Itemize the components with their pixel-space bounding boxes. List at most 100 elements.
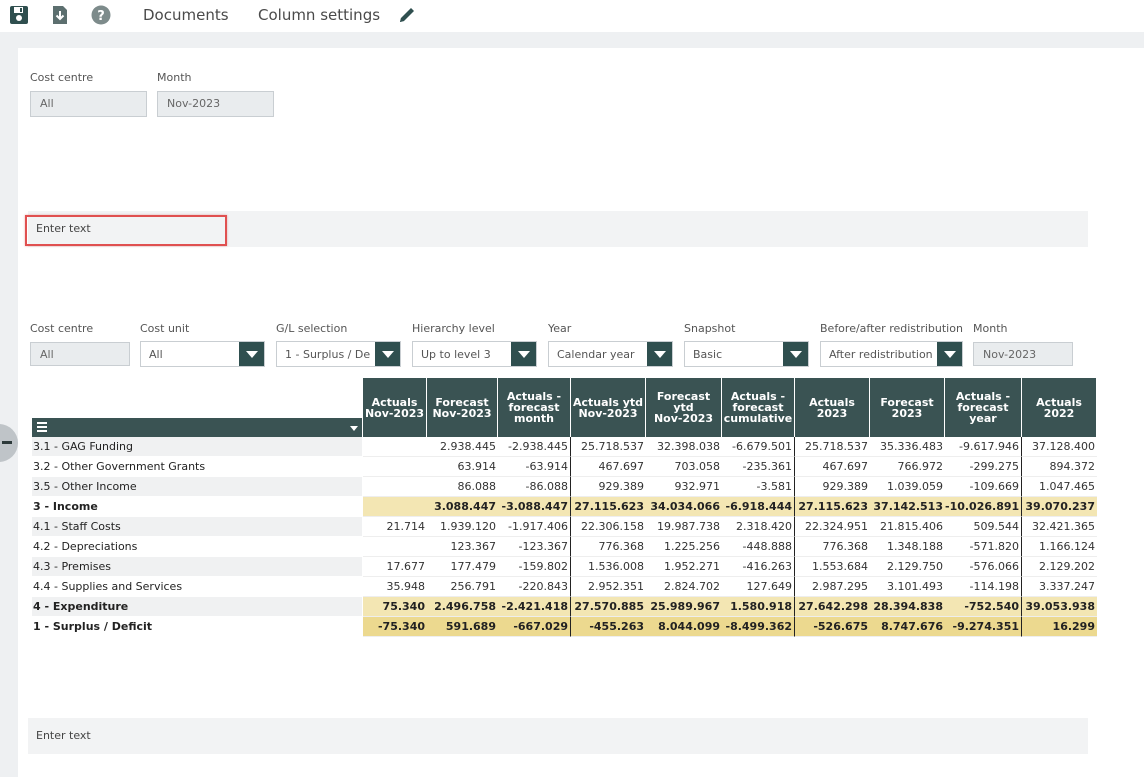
row-label[interactable]: 1 - Surplus / Deficit — [32, 617, 362, 636]
row-label[interactable]: 4.2 - Depreciations — [32, 537, 362, 556]
column-header-line: 2022 — [1043, 406, 1075, 420]
table-cell: 21.714 — [363, 517, 427, 537]
column-header-0[interactable]: Actuals Nov-2023 — [363, 378, 427, 437]
table-cell: -8.499.362 — [722, 617, 795, 637]
filter-select-6[interactable]: After redistribution — [820, 341, 963, 367]
table-cell: -159.802 — [498, 557, 571, 577]
filter-select-value: Calendar year — [557, 348, 635, 361]
column-header-line: month — [514, 412, 554, 425]
filter-label-3: Hierarchy level — [412, 322, 495, 335]
table-cell: -416.263 — [722, 557, 795, 577]
row-label[interactable]: 4.3 - Premises — [32, 557, 362, 576]
filter-label-2: G/L selection — [276, 322, 348, 335]
table-cell: -6.918.444 — [722, 497, 795, 517]
table-cell: 63.914 — [427, 457, 498, 477]
table-cell: -86.088 — [498, 477, 571, 497]
column-settings-link[interactable]: Column settings — [258, 6, 380, 24]
table-cell: 37.142.513 — [870, 497, 945, 517]
table-cell: -6.679.501 — [722, 437, 795, 457]
row-label[interactable]: 4.1 - Staff Costs — [32, 517, 362, 536]
table-cell: 25.989.967 — [646, 597, 722, 617]
chevron-down-icon[interactable] — [937, 342, 962, 366]
minus-icon — [2, 441, 12, 444]
table-cell — [363, 477, 427, 497]
column-header-line: Forecast — [880, 395, 934, 409]
filter-select-4[interactable]: Calendar year — [548, 341, 673, 367]
chevron-down-icon[interactable] — [647, 342, 672, 366]
chevron-down-icon[interactable] — [783, 342, 808, 366]
table-cell: 3.088.447 — [427, 497, 498, 517]
row-label[interactable]: 4.4 - Supplies and Services — [32, 577, 362, 596]
column-header-3[interactable]: Actuals ytd Nov-2023 — [571, 378, 646, 437]
column-header-line: Nov-2023 — [653, 412, 714, 425]
table-cell: 19.987.738 — [646, 517, 722, 537]
column-header-line: 2023 — [816, 406, 848, 420]
column-header-8[interactable]: Actuals - forecast year — [945, 378, 1022, 437]
table-cell: 28.394.838 — [870, 597, 945, 617]
table-cell: 1.536.008 — [571, 557, 646, 577]
table-cell: -3.088.447 — [498, 497, 571, 517]
table-cell: -752.540 — [945, 597, 1022, 617]
table-cell: 2.129.202 — [1022, 557, 1097, 577]
pencil-icon[interactable] — [396, 4, 418, 26]
column-header-1[interactable]: Forecast Nov-2023 — [427, 378, 498, 437]
table-cell: 467.697 — [571, 457, 646, 477]
table-cell: -63.914 — [498, 457, 571, 477]
table-cell — [363, 537, 427, 557]
filter-select-5[interactable]: Basic — [684, 341, 809, 367]
column-header-7[interactable]: Forecast 2023 — [870, 378, 945, 437]
filter-select-value: Up to level 3 — [421, 348, 491, 361]
column-header-line: Actuals — [1036, 395, 1082, 409]
column-header-line: Nov-2023 — [364, 406, 425, 420]
column-header-6[interactable]: Actuals 2023 — [795, 378, 870, 437]
text-block-2[interactable]: Enter text — [28, 718, 1088, 754]
table-cell: 3.337.247 — [1022, 577, 1097, 597]
documents-link[interactable]: Documents — [143, 6, 229, 24]
download-icon[interactable] — [49, 4, 71, 26]
table-cell: 766.972 — [870, 457, 945, 477]
column-header-line: cumulative — [723, 412, 793, 425]
help-icon[interactable]: ? — [90, 4, 112, 26]
table-cell: 22.324.951 — [795, 517, 870, 537]
table-cell: 17.677 — [363, 557, 427, 577]
column-header-line: Nov-2023 — [578, 406, 638, 420]
table-cell: -1.917.406 — [498, 517, 571, 537]
column-header-5[interactable]: Actuals - forecast cumulative — [722, 378, 795, 437]
column-header-line: 2023 — [891, 406, 923, 420]
table-cell: -299.275 — [945, 457, 1022, 477]
menu-icon — [37, 422, 47, 432]
table-cell: 27.115.623 — [795, 497, 870, 517]
table-cell: 2.318.420 — [722, 517, 795, 537]
filter-select-3[interactable]: Up to level 3 — [412, 341, 537, 367]
filter-readonly-0: All — [30, 342, 130, 366]
table-cell: 1.166.124 — [1022, 537, 1097, 557]
chevron-down-icon[interactable] — [511, 342, 536, 366]
row-label[interactable]: 3 - Income — [32, 497, 362, 516]
filter-select-1[interactable]: All — [140, 341, 265, 367]
column-header-9[interactable]: Actuals 2022 — [1022, 378, 1097, 437]
column-header-4[interactable]: Forecast ytd Nov-2023 — [646, 378, 722, 437]
chevron-down-icon[interactable] — [239, 342, 264, 366]
row-label[interactable]: 3.5 - Other Income — [32, 477, 362, 496]
table-cell: 1.348.188 — [870, 537, 945, 557]
filter-select-2[interactable]: 1 - Surplus / Deficit — [276, 341, 401, 367]
column-header-line: Actuals — [371, 395, 418, 409]
table-cell: 2.496.758 — [427, 597, 498, 617]
row-label[interactable]: 3.2 - Other Government Grants — [32, 457, 362, 476]
table-menu-header[interactable] — [32, 418, 362, 437]
chevron-down-icon[interactable] — [375, 342, 400, 366]
filter-select-value: Basic — [693, 348, 723, 361]
caret-down-icon — [350, 426, 358, 431]
table-cell: 2.129.750 — [870, 557, 945, 577]
row-label[interactable]: 4 - Expenditure — [32, 597, 362, 616]
save-icon[interactable] — [8, 4, 30, 26]
table-cell: -9.274.351 — [945, 617, 1022, 637]
table-cell: -2.421.418 — [498, 597, 571, 617]
column-header-2[interactable]: Actuals - forecast month — [498, 378, 571, 437]
table-cell: 39.070.237 — [1022, 497, 1097, 517]
row-label[interactable]: 3.1 - GAG Funding — [32, 437, 362, 456]
table-cell: -571.820 — [945, 537, 1022, 557]
table-cell: -220.843 — [498, 577, 571, 597]
table-cell: 86.088 — [427, 477, 498, 497]
table-cell — [363, 437, 427, 457]
